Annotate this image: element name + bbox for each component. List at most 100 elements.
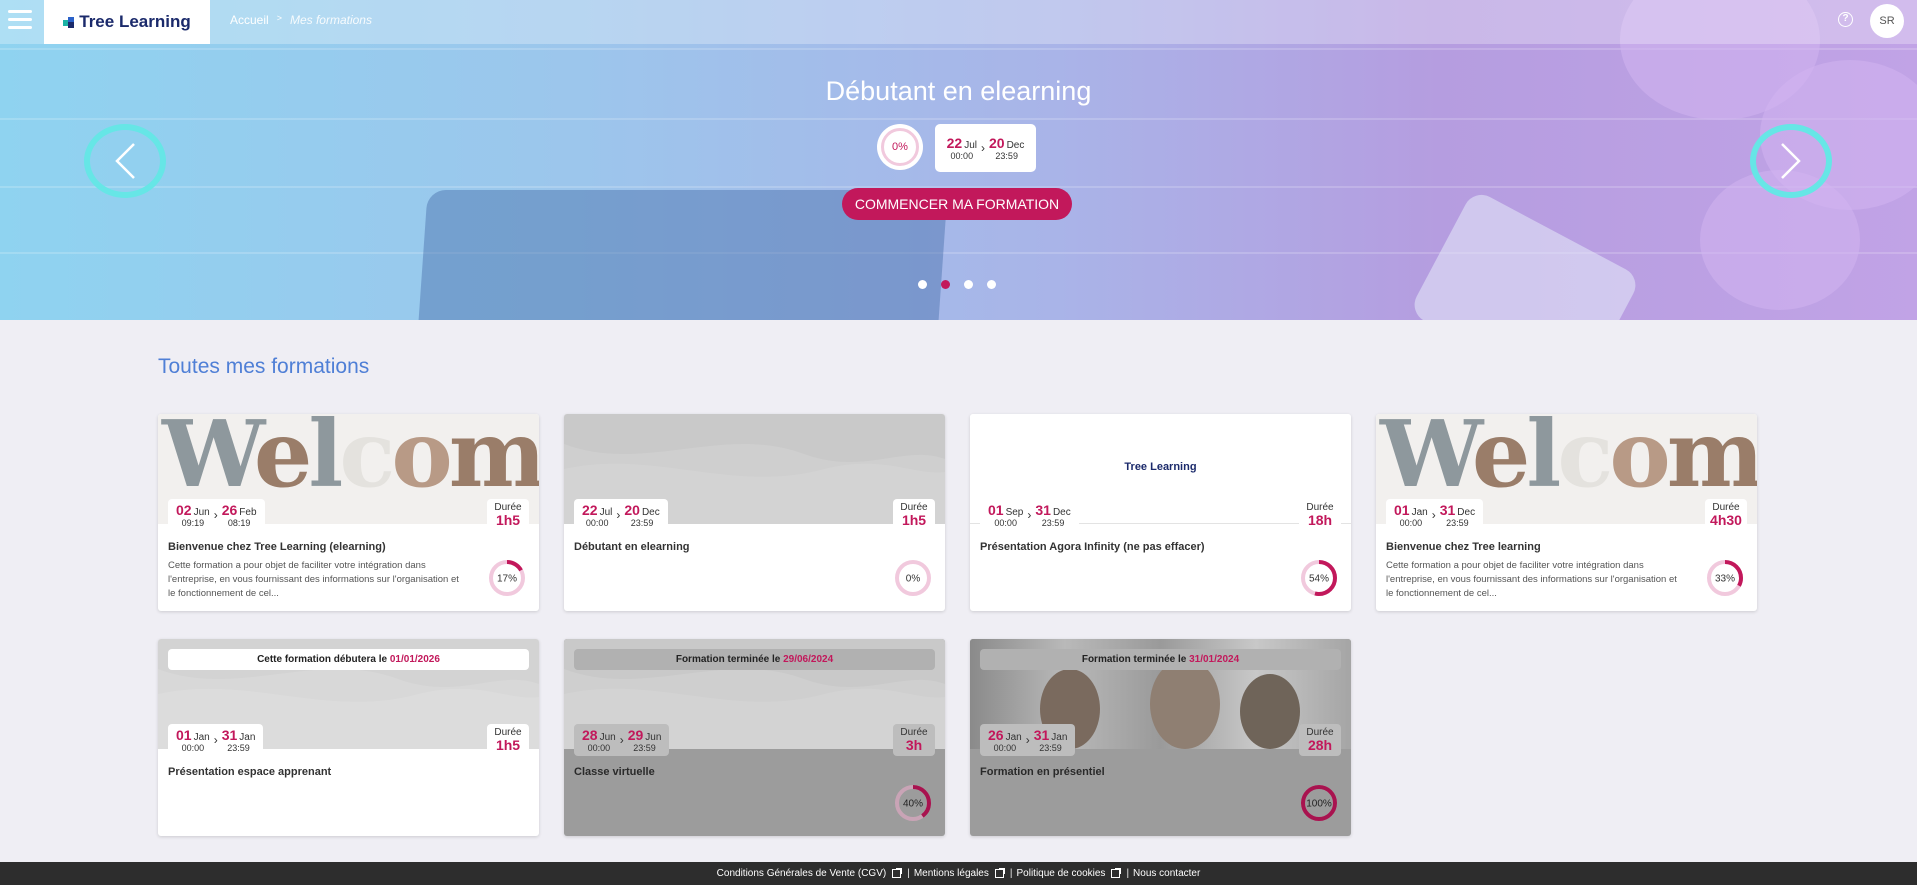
end-month: Jun [645,731,662,743]
date-range: 01 Jan 00:00 › 31 Jan 23:59 [168,724,264,756]
start-day: 22 [582,501,598,518]
end-day: 26 [221,501,238,518]
hamburger-menu-icon[interactable] [8,10,32,32]
training-card[interactable]: Tree Learning 01 Sep 00:00 › 31 Dec 23:59 Du… [970,414,1351,611]
carousel-dot[interactable] [918,280,927,289]
progress-ring: 100% [1301,785,1337,821]
end-day: 31 [1439,501,1456,518]
carousel-prev-button[interactable] [84,124,166,198]
chevron-right-icon: › [981,141,985,155]
duration-value: 1h5 [901,512,927,528]
end-month: Dec [641,506,660,518]
progress-value: 100% [1306,799,1332,810]
external-link-icon [892,868,903,878]
end-time: 23:59 [1446,517,1469,528]
contact-link[interactable]: Nous contacter [1133,868,1200,879]
background-phone [1408,188,1642,320]
card-logo-text: Tree Learning [1124,461,1197,473]
training-card[interactable]: Formation terminée le 29/06/2024 28 Jun 00… [564,639,945,836]
start-day: 22 [946,134,963,151]
carousel-next-button[interactable] [1750,124,1832,198]
end-day: 31 [1033,726,1050,743]
chevron-right-icon: › [213,508,218,522]
duration-box: Durée 18h [1299,499,1341,531]
end-month: Dec [1052,506,1071,518]
training-card[interactable]: Welcome 02Jun09:19 › 26Feb08:19 Durée1h5… [158,414,539,611]
date-range: 22 Jul 00:00 › 20 Dec 23:59 [574,499,668,531]
help-icon[interactable]: ? [1838,12,1853,27]
carousel-dot[interactable] [987,280,996,289]
cgv-link[interactable]: Conditions Générales de Vente (CGV) [717,868,887,879]
end-time: 23:59 [630,517,654,528]
card-status-banner: Cette formation débutera le 01/01/2026 [168,649,529,670]
card-title: Bienvenue chez Tree Learning (elearning) [168,541,386,553]
end-day: 20 [989,134,1005,151]
chevron-right-icon: › [619,733,624,747]
date-range: 26 Jan 00:00 › 31 Jan 23:59 [980,724,1076,756]
end-month: Dec [1006,139,1025,151]
card-title: Classe virtuelle [574,766,655,778]
start-time: 09:19 [181,517,205,528]
hero-date-range: 22 Jul 00:00 › 20 Dec 23:59 [935,124,1036,172]
start-month: Jun [599,731,616,743]
card-title: Bienvenue chez Tree learning [1386,541,1541,553]
duration-value: 4h30 [1710,512,1742,528]
end-time: 23:59 [227,742,250,753]
start-day: 26 [988,726,1004,743]
progress-ring: 0% [895,560,931,596]
start-time: 00:00 [1399,517,1423,528]
progress-value: 33% [1715,574,1735,585]
duration-box: Durée 4h30 [1705,499,1747,531]
hero-carousel: Débutant en elearning 0% 22 Jul 00:00 › 2… [0,0,1917,320]
breadcrumb-home[interactable]: Accueil [230,13,269,27]
external-link-icon [994,868,1005,878]
logo-mark-icon [63,16,76,28]
external-link-icon [1111,868,1122,878]
banner-date: 01/01/2026 [389,654,440,665]
end-month: Jan [239,731,256,743]
progress-value: 54% [1309,574,1329,585]
duration-value: 1h5 [495,737,521,753]
hero-progress-indicator: 0% [877,124,923,170]
end-day: 31 [1035,501,1051,518]
chevron-right-icon: › [213,733,218,747]
brand-logo[interactable]: Tree Learning [44,0,210,44]
duration-box: Durée 1h5 [487,724,529,756]
carousel-dot[interactable] [941,280,950,289]
duration-value: 3h [905,737,923,753]
end-day: 20 [624,501,640,518]
card-title: Débutant en elearning [574,541,690,553]
training-card[interactable]: Welcome 01Jan00:00 › 31Dec23:59 Durée4h3… [1376,414,1757,611]
end-day: 31 [221,726,238,743]
chevron-right-icon: › [1431,508,1436,522]
avatar[interactable]: SR [1870,4,1904,38]
brand-name: Tree Learning [79,12,191,31]
carousel-dot[interactable] [964,280,973,289]
card-title: Présentation espace apprenant [168,766,332,778]
background-plank [0,118,1917,120]
progress-value: 40% [903,799,923,810]
training-card[interactable]: 22 Jul 00:00 › 20 Dec 23:59 Durée 1h5 Débutant… [564,414,945,611]
start-month: Jun [193,506,210,518]
start-day: 02 [176,501,192,518]
card-status-banner: Formation terminée le 29/06/2024 [574,649,935,670]
chevron-right-icon: › [1025,733,1030,747]
start-time: 00:00 [950,150,974,161]
progress-ring: 33% [1707,560,1743,596]
legal-notice-link[interactable]: Mentions légales [914,868,989,879]
footer-separator: | [907,868,910,879]
banner-prefix: Formation terminée le [1081,654,1187,665]
banner-date: 31/01/2024 [1189,654,1240,665]
date-range: 01 Sep 00:00 › 31 Dec 23:59 [980,499,1079,531]
duration-value: 18h [1307,512,1333,528]
card-title: Formation en présentiel [980,766,1105,778]
cookie-policy-link[interactable]: Politique de cookies [1016,868,1105,879]
training-card[interactable]: Formation terminée le 31/01/2024 26 Jan 00… [970,639,1351,836]
chevron-left-icon [115,143,135,179]
start-time: 00:00 [994,517,1017,528]
progress-ring: 17% [489,560,525,596]
training-card[interactable]: Cette formation débutera le 01/01/2026 0… [158,639,539,836]
duration-value: 28h [1307,737,1333,753]
progress-ring: 54% [1301,560,1337,596]
start-training-button[interactable]: COMMENCER MA FORMATION [842,188,1072,220]
